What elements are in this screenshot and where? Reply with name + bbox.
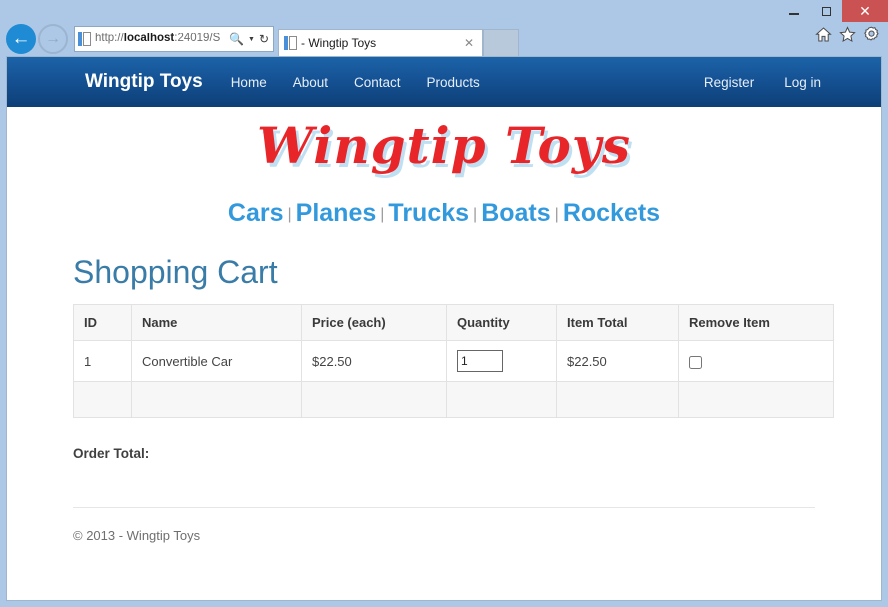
search-icon[interactable]: 🔍 (227, 33, 246, 45)
column-header-name: Name (132, 305, 302, 341)
url-scheme: http:// (95, 33, 124, 44)
footer-cell-quantity (447, 382, 557, 418)
refresh-icon[interactable]: ↻ (257, 33, 271, 45)
page-content: Wingtip Toys Cars | Planes | Trucks | Bo… (7, 107, 881, 543)
category-separator: | (284, 206, 296, 223)
navbar-brand[interactable]: Wingtip Toys (85, 71, 203, 93)
table-row: 1 Convertible Car $22.50 $22.50 (74, 341, 834, 382)
site-navbar: Wingtip Toys Home About Contact Products… (7, 57, 881, 107)
nav-link-products[interactable]: Products (427, 75, 480, 90)
category-separator: | (376, 206, 388, 223)
tab-close-icon[interactable]: ✕ (460, 36, 478, 50)
nav-link-contact[interactable]: Contact (354, 75, 401, 90)
url-path: :24019/S (174, 33, 220, 44)
category-link-rockets[interactable]: Rockets (563, 199, 660, 227)
close-button[interactable]: ✕ (842, 0, 888, 22)
url-host: localhost (124, 33, 174, 44)
new-tab-button[interactable] (483, 29, 519, 56)
column-header-remove-item: Remove Item (679, 305, 834, 341)
footer-cell-price (302, 382, 447, 418)
forward-arrow-icon[interactable]: → (38, 24, 68, 54)
cell-remove (679, 341, 834, 382)
category-link-boats[interactable]: Boats (481, 199, 550, 227)
column-header-quantity: Quantity (447, 305, 557, 341)
table-header-row: ID Name Price (each) Quantity Item Total… (74, 305, 834, 341)
browser-tool-icons (815, 26, 880, 43)
category-separator: | (551, 206, 563, 223)
category-separator: | (469, 206, 481, 223)
order-total-label: Order Total: (73, 446, 149, 461)
site-logo-container: Wingtip Toys (73, 107, 815, 185)
cell-item-total: $22.50 (557, 341, 679, 382)
page-viewport: Wingtip Toys Home About Contact Products… (6, 56, 882, 601)
order-total: Order Total: (73, 446, 815, 461)
footer-cell-item-total (557, 382, 679, 418)
home-icon[interactable] (815, 26, 832, 43)
browser-tab[interactable]: - Wingtip Toys ✕ (278, 29, 483, 56)
footer-cell-remove (679, 382, 834, 418)
shopping-cart-table: ID Name Price (each) Quantity Item Total… (73, 304, 834, 418)
page-title: Shopping Cart (73, 256, 815, 288)
navbar-links: Home About Contact Products (231, 75, 480, 90)
title-bar: ✕ (0, 0, 888, 22)
cell-quantity (447, 341, 557, 382)
nav-link-about[interactable]: About (293, 75, 328, 90)
chevron-down-icon[interactable]: ▼ (246, 36, 257, 43)
footer-cell-name (132, 382, 302, 418)
back-arrow-icon[interactable]: ← (6, 24, 36, 54)
footer-cell-id (74, 382, 132, 418)
maximize-button[interactable] (810, 0, 842, 22)
browser-window: ✕ ← → http://localhost:24019/S 🔍 ▼ ↻ - W… (0, 0, 888, 607)
page-icon (78, 32, 91, 47)
cell-price: $22.50 (302, 341, 447, 382)
column-header-item-total: Item Total (557, 305, 679, 341)
navbar-account-links: Register Log in (704, 75, 821, 90)
nav-link-login[interactable]: Log in (784, 75, 821, 90)
tab-title: - Wingtip Toys (301, 36, 460, 50)
cell-name: Convertible Car (132, 341, 302, 382)
remove-item-checkbox[interactable] (689, 356, 702, 369)
address-bar[interactable]: http://localhost:24019/S 🔍 ▼ ↻ (74, 26, 274, 52)
site-logo: Wingtip Toys (257, 121, 631, 171)
table-footer-row (74, 382, 834, 418)
browser-toolbar: ← → http://localhost:24019/S 🔍 ▼ ↻ - Win… (0, 22, 888, 56)
nav-link-register[interactable]: Register (704, 75, 754, 90)
column-header-id: ID (74, 305, 132, 341)
nav-link-home[interactable]: Home (231, 75, 267, 90)
tab-strip: - Wingtip Toys ✕ (278, 22, 519, 56)
category-link-planes[interactable]: Planes (296, 199, 377, 227)
settings-gear-icon[interactable] (863, 26, 880, 43)
favorites-star-icon[interactable] (839, 26, 856, 43)
cell-id: 1 (74, 341, 132, 382)
minimize-button[interactable] (778, 0, 810, 22)
column-header-price: Price (each) (302, 305, 447, 341)
category-link-cars[interactable]: Cars (228, 199, 284, 227)
category-link-trucks[interactable]: Trucks (388, 199, 469, 227)
address-url: http://localhost:24019/S (95, 33, 227, 45)
window-controls: ✕ (778, 0, 888, 22)
site-footer: © 2013 - Wingtip Toys (73, 528, 815, 543)
footer-divider (73, 507, 815, 508)
tab-favicon-icon (284, 36, 297, 51)
category-links: Cars | Planes | Trucks | Boats | Rockets (73, 185, 815, 238)
quantity-input[interactable] (457, 350, 503, 372)
